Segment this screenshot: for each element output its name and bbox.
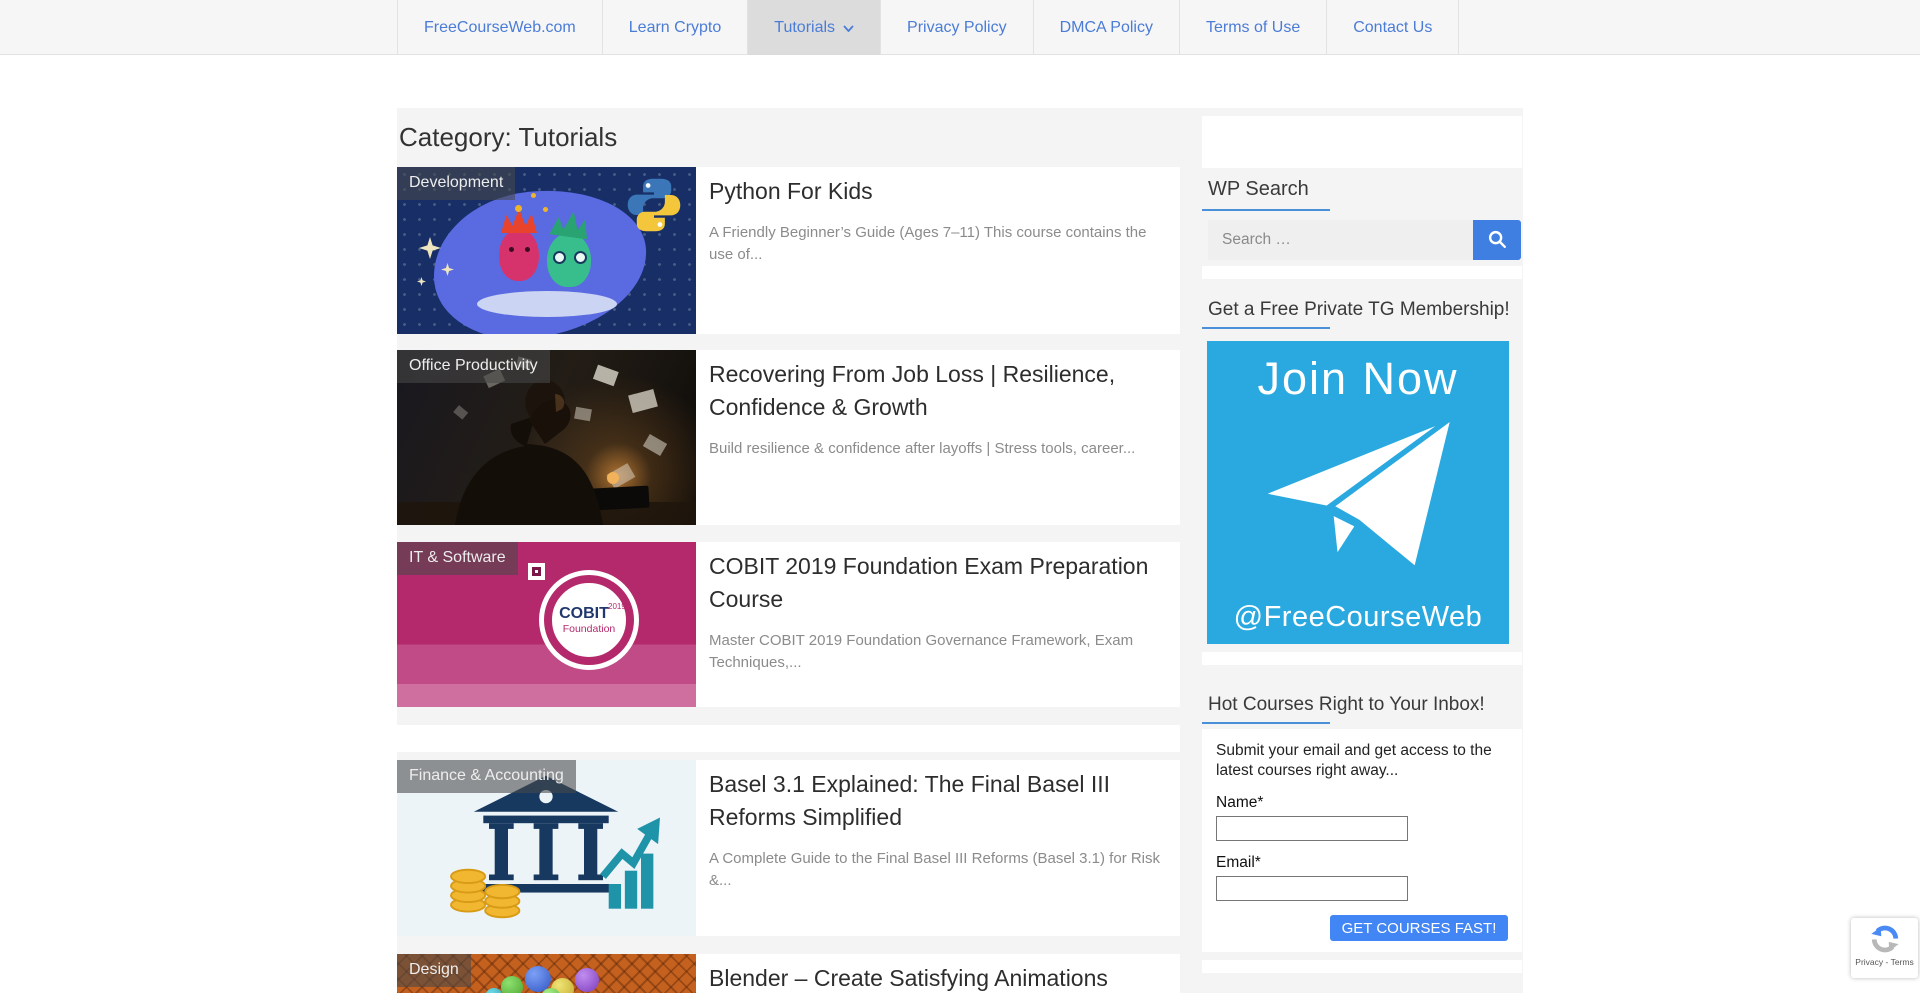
course-description: Build resilience & confidence after layo… (709, 438, 1178, 460)
nav-item-home[interactable]: FreeCourseWeb.com (397, 0, 602, 55)
title-underline (1202, 722, 1330, 724)
course-description: A Complete Guide to the Final Basel III … (709, 848, 1161, 892)
subscribe-intro-text: Submit your email and get access to the … (1216, 741, 1508, 781)
sparkle-icon (417, 277, 426, 286)
course-thumbnail[interactable]: Office Productivity (397, 350, 696, 525)
title-underline (1202, 327, 1330, 329)
nav-menu: FreeCourseWeb.com Learn Crypto Tutorials… (397, 0, 1920, 55)
subscribe-widget-title: Hot Courses Right to Your Inbox! (1208, 694, 1485, 716)
empty-widget-row (397, 725, 1180, 752)
course-info: Blender – Create Satisfying Animations (696, 954, 1180, 993)
email-label: Email* (1216, 854, 1508, 872)
widget-divider (1202, 960, 1522, 973)
sidebar: WP Search Get a Free Private TG Membersh… (1202, 108, 1522, 993)
nav-item-contact-us[interactable]: Contact Us (1326, 0, 1459, 55)
course-thumbnail[interactable]: An ISACA® Certificate COBIT 2019 Foundat… (397, 542, 696, 707)
top-nav: FreeCourseWeb.com Learn Crypto Tutorials… (0, 0, 1920, 55)
nav-label: Contact Us (1353, 19, 1432, 37)
nav-label: Terms of Use (1206, 19, 1300, 37)
course-card-cobit[interactable]: An ISACA® Certificate COBIT 2019 Foundat… (397, 542, 1180, 707)
course-card-basel[interactable]: Finance & Accounting Basel 3.1 Explained… (397, 760, 1180, 936)
page-title: Category: Tutorials (399, 122, 617, 153)
telegram-handle: @FreeCourseWeb (1207, 601, 1509, 634)
dot-decoration (531, 193, 536, 198)
subscribe-button-row: GET COURSES FAST! (1216, 915, 1508, 941)
category-badge: Finance & Accounting (397, 760, 576, 793)
widget-divider (1202, 652, 1522, 665)
page: FreeCourseWeb.com Learn Crypto Tutorials… (0, 0, 1920, 993)
svg-text:COBIT: COBIT (559, 605, 609, 622)
search-icon (1486, 228, 1508, 253)
pink-character (499, 229, 539, 281)
course-title[interactable]: Blender – Create Satisfying Animations (709, 962, 1178, 993)
nav-item-privacy-policy[interactable]: Privacy Policy (880, 0, 1033, 55)
course-description: Master COBIT 2019 Foundation Governance … (709, 630, 1139, 674)
telegram-plane-icon (1207, 409, 1509, 592)
search-widget-title: WP Search (1208, 178, 1309, 201)
category-badge: Design (397, 954, 471, 987)
course-thumbnail[interactable]: Design (397, 954, 696, 993)
category-badge: Office Productivity (397, 350, 550, 383)
course-info: COBIT 2019 Foundation Exam Preparation C… (696, 542, 1180, 707)
shadow-ellipse (477, 291, 617, 317)
get-courses-button[interactable]: GET COURSES FAST! (1330, 915, 1508, 941)
course-thumbnail[interactable]: Development (397, 167, 696, 334)
recaptcha-icon (1870, 924, 1900, 954)
nav-item-terms-of-use[interactable]: Terms of Use (1179, 0, 1326, 55)
python-logo-icon (625, 176, 683, 239)
nav-item-dmca-policy[interactable]: DMCA Policy (1033, 0, 1179, 55)
empty-widget-box (1202, 116, 1522, 168)
category-badge: Development (397, 167, 515, 200)
recaptcha-badge[interactable]: Privacy - Terms (1851, 918, 1918, 978)
course-card-blender[interactable]: Design Blender – Create Satisfying Anima… (397, 954, 1180, 993)
content-area: Category: Tutorials (397, 108, 1523, 993)
nav-label: FreeCourseWeb.com (424, 19, 576, 37)
svg-text:2019: 2019 (608, 602, 626, 611)
nav-label: Learn Crypto (629, 19, 722, 37)
course-info: Recovering From Job Loss | Resilience, C… (696, 350, 1180, 525)
course-info: Python For Kids A Friendly Beginner’s Gu… (696, 167, 1180, 334)
balloon-shape (501, 976, 523, 993)
search-button[interactable] (1473, 220, 1521, 260)
telegram-banner-heading: Join Now (1207, 353, 1509, 405)
nav-item-learn-crypto[interactable]: Learn Crypto (602, 0, 748, 55)
chevron-down-icon (843, 19, 854, 37)
dot-decoration (543, 207, 548, 212)
bank-finance-illustration (423, 770, 669, 927)
subscribe-form: Submit your email and get access to the … (1202, 729, 1522, 952)
dot-decoration (515, 205, 522, 212)
category-badge: IT & Software (397, 542, 518, 575)
name-field[interactable] (1216, 816, 1408, 841)
glasses-icon (553, 251, 587, 265)
telegram-banner[interactable]: Join Now @FreeCourseWeb (1207, 341, 1509, 644)
title-underline (1202, 209, 1330, 211)
telegram-widget-title: Get a Free Private TG Membership! (1208, 299, 1510, 321)
course-description: A Friendly Beginner’s Guide (Ages 7–11) … (709, 222, 1149, 266)
widget-divider (1202, 266, 1522, 279)
course-card-job-loss[interactable]: Office Productivity Recovering From Job … (397, 350, 1180, 525)
course-title[interactable]: Python For Kids (709, 175, 1178, 208)
course-thumbnail[interactable]: Finance & Accounting (397, 760, 696, 936)
search-bar (1208, 220, 1521, 260)
nav-label: Tutorials (774, 19, 835, 37)
balloon-shape (575, 968, 599, 992)
nav-label: DMCA Policy (1060, 19, 1153, 37)
nav-item-tutorials[interactable]: Tutorials (747, 0, 880, 55)
recaptcha-links[interactable]: Privacy - Terms (1855, 957, 1913, 967)
email-field[interactable] (1216, 876, 1408, 901)
course-title[interactable]: COBIT 2019 Foundation Exam Preparation C… (709, 550, 1178, 616)
course-info: Basel 3.1 Explained: The Final Basel III… (696, 760, 1180, 936)
course-card-python[interactable]: Development Python For Kids A Friendly B… (397, 167, 1180, 334)
search-input[interactable] (1208, 220, 1473, 260)
nav-label: Privacy Policy (907, 19, 1007, 37)
cobit-certificate-logo: An ISACA® Certificate COBIT 2019 Foundat… (537, 568, 641, 677)
svg-text:Foundation: Foundation (563, 623, 616, 635)
course-title[interactable]: Basel 3.1 Explained: The Final Basel III… (709, 768, 1178, 834)
name-label: Name* (1216, 794, 1508, 812)
course-title[interactable]: Recovering From Job Loss | Resilience, C… (709, 358, 1178, 424)
